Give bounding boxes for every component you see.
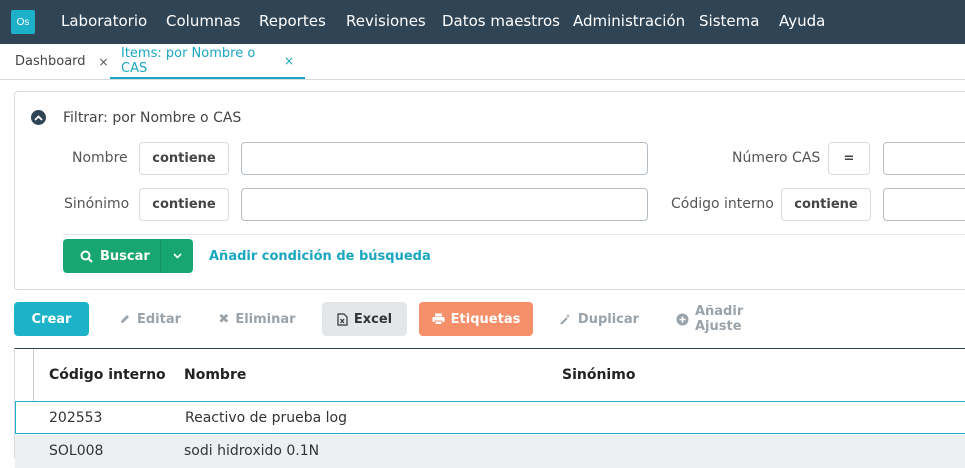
edit-button-label: Editar	[136, 311, 182, 327]
labels-button-label: Etiquetas	[450, 311, 521, 327]
operator-numero-cas[interactable]: =	[828, 142, 870, 175]
menu-datos-maestros[interactable]: Datos maestros	[442, 12, 560, 30]
operator-nombre[interactable]: contiene	[139, 142, 229, 175]
add-adjust-button-label: Añadir Ajuste	[694, 304, 744, 334]
app-logo[interactable]: Os	[11, 10, 35, 34]
codigo-interno-input[interactable]	[883, 188, 965, 221]
excel-button-label: Excel	[353, 311, 393, 327]
menu-ayuda[interactable]: Ayuda	[779, 12, 825, 30]
cell-nombre: Reactivo de prueba log	[185, 410, 348, 426]
excel-button[interactable]: Excel	[322, 302, 407, 336]
menu-reportes[interactable]: Reportes	[259, 12, 326, 30]
filter-title: Filtrar: por Nombre o CAS	[63, 110, 242, 126]
cell-codigo-interno: SOL008	[49, 443, 104, 459]
menu-revisiones[interactable]: Revisiones	[346, 12, 426, 30]
column-header-nombre[interactable]: Nombre	[184, 367, 246, 383]
field-label-codigo-interno: Código interno	[671, 196, 774, 212]
sinonimo-input[interactable]	[241, 188, 648, 221]
menu-columnas[interactable]: Columnas	[166, 12, 240, 30]
add-condition-link[interactable]: Añadir condición de búsqueda	[209, 249, 431, 264]
tab-bar: Dashboard × Items: por Nombre o CAS ×	[0, 44, 965, 80]
tab-dashboard[interactable]: Dashboard ×	[15, 44, 109, 79]
search-icon	[80, 250, 93, 263]
excel-file-icon	[337, 312, 348, 326]
operator-sinonimo[interactable]: contiene	[139, 188, 229, 221]
field-label-sinonimo: Sinónimo	[64, 196, 130, 212]
create-button[interactable]: Crear	[14, 302, 89, 336]
edit-button[interactable]: Editar	[110, 302, 190, 336]
add-adjust-button[interactable]: Añadir Ajuste	[676, 302, 794, 336]
numero-cas-input[interactable]	[883, 142, 965, 175]
top-navbar: Os Laboratorio Columnas Reportes Revisio…	[0, 0, 965, 44]
duplicate-button-label: Duplicar	[577, 311, 640, 327]
tab-items-nombre-cas[interactable]: Items: por Nombre o CAS ×	[110, 44, 305, 79]
column-header-codigo-interno[interactable]: Código interno	[49, 367, 166, 383]
table-row[interactable]: SOL008 sodi hidroxido 0.1N	[15, 435, 965, 468]
menu-administracion[interactable]: Administración	[573, 12, 685, 30]
column-divider	[33, 349, 34, 401]
menu-laboratorio[interactable]: Laboratorio	[61, 12, 147, 30]
search-button[interactable]: Buscar	[63, 239, 160, 273]
tab-label: Dashboard	[15, 54, 86, 69]
items-table: Código interno Nombre Sinónimo 202553 Re…	[14, 348, 965, 468]
close-icon[interactable]: ×	[284, 54, 294, 68]
labels-button[interactable]: Etiquetas	[419, 302, 533, 336]
create-button-label: Crear	[31, 311, 72, 327]
search-button-group: Buscar	[63, 239, 193, 273]
table-row[interactable]: 202553 Reactivo de prueba log	[15, 401, 965, 434]
close-icon[interactable]: ×	[99, 55, 109, 69]
cell-nombre: sodi hidroxido 0.1N	[184, 443, 320, 459]
close-icon: ✖	[218, 311, 230, 327]
operator-codigo-interno[interactable]: contiene	[781, 188, 871, 221]
divider	[63, 234, 965, 235]
pencil-icon	[120, 315, 129, 323]
duplicate-button[interactable]: Duplicar	[556, 302, 642, 336]
filter-panel: Filtrar: por Nombre o CAS Nombre contien…	[14, 91, 965, 290]
printer-icon	[432, 313, 445, 325]
chevron-down-icon[interactable]	[160, 239, 193, 273]
tab-label: Items: por Nombre o CAS	[121, 45, 256, 76]
delete-button-label: Eliminar	[235, 311, 296, 327]
search-button-label: Buscar	[100, 248, 150, 264]
chevron-up-icon[interactable]	[31, 110, 46, 125]
nombre-input[interactable]	[241, 142, 648, 175]
field-label-nombre: Nombre	[72, 150, 128, 166]
plus-circle-icon	[676, 313, 689, 325]
delete-button[interactable]: ✖ Eliminar	[214, 302, 300, 336]
cell-codigo-interno: 202553	[49, 410, 103, 426]
column-header-sinonimo[interactable]: Sinónimo	[562, 367, 635, 383]
field-label-numero-cas: Número CAS	[732, 150, 821, 166]
magic-wand-icon	[560, 313, 571, 325]
menu-sistema[interactable]: Sistema	[699, 12, 759, 30]
